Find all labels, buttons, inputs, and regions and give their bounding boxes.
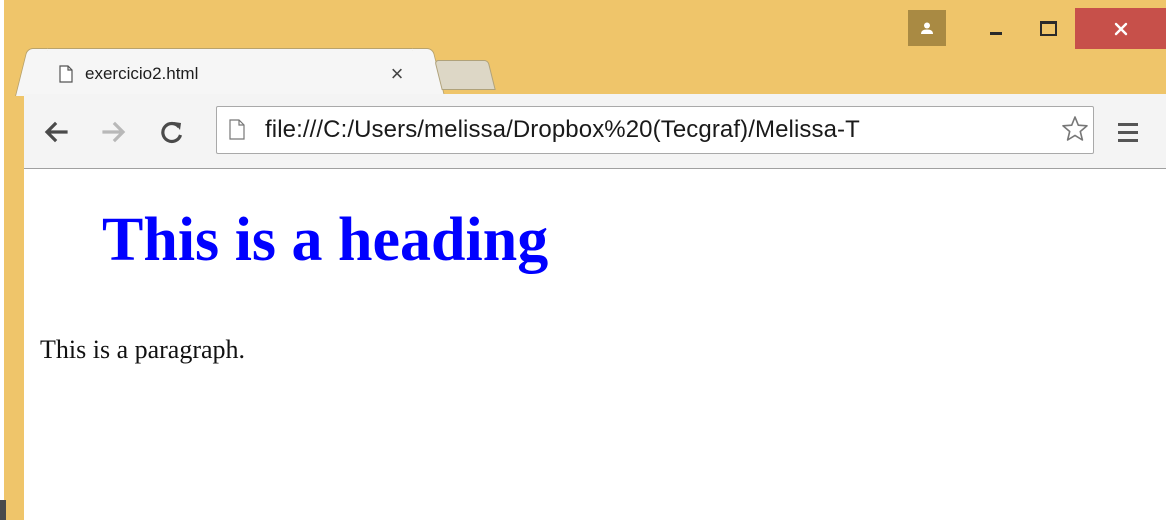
close-window-button[interactable] xyxy=(1075,8,1166,49)
forward-button[interactable] xyxy=(100,118,128,146)
close-icon xyxy=(1114,22,1127,35)
back-button[interactable] xyxy=(42,118,70,146)
reload-icon xyxy=(161,121,183,144)
minimize-icon xyxy=(990,32,1002,35)
hamburger-menu-icon[interactable] xyxy=(1114,118,1142,146)
page-content: This is a heading This is a paragraph. xyxy=(24,169,1166,520)
page-paragraph: This is a paragraph. xyxy=(40,335,246,364)
new-tab-button[interactable] xyxy=(434,60,496,90)
address-bar[interactable]: file:///C:/Users/melissa/Dropbox%20(Tecg… xyxy=(216,106,1094,154)
window-left-border xyxy=(0,0,12,520)
star-icon[interactable] xyxy=(1061,115,1089,143)
back-arrow-icon xyxy=(44,121,68,143)
url-text[interactable]: file:///C:/Users/melissa/Dropbox%20(Tecg… xyxy=(265,116,1049,144)
tab-close-button[interactable]: × xyxy=(385,63,409,85)
person-icon xyxy=(921,22,933,34)
forward-arrow-icon xyxy=(102,121,126,143)
taskbar-edge xyxy=(0,500,6,520)
reload-button[interactable] xyxy=(158,118,186,146)
page-heading: This is a heading xyxy=(102,206,549,274)
tab-exercicio2[interactable]: exercicio2.html × xyxy=(30,48,430,95)
browser-window: exercicio2.html × file:///C:/Users/melis… xyxy=(0,0,1166,520)
browser-toolbar: file:///C:/Users/melissa/Dropbox%20(Tecg… xyxy=(24,94,1166,169)
page-icon xyxy=(59,65,73,83)
page-icon xyxy=(229,119,245,140)
tab-title: exercicio2.html xyxy=(85,64,199,83)
minimize-button[interactable] xyxy=(976,9,1016,48)
profile-button[interactable] xyxy=(908,10,946,46)
maximize-icon xyxy=(1039,21,1057,36)
maximize-button[interactable] xyxy=(1024,9,1072,48)
